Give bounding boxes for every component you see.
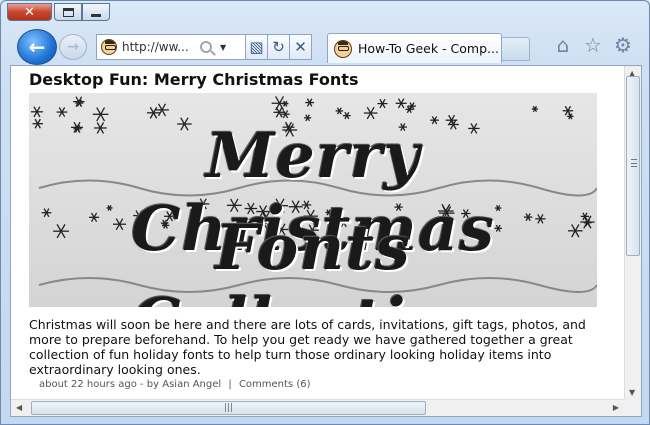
- grip-icon: [631, 159, 637, 167]
- address-bar[interactable]: http://ww... ▼: [96, 34, 246, 60]
- address-dropdown-icon[interactable]: ▼: [220, 43, 226, 52]
- scroll-right-arrow-icon[interactable]: ▶: [613, 403, 619, 412]
- refresh-icon: ↻: [272, 38, 285, 56]
- site-favicon-icon: [101, 39, 117, 55]
- compatibility-icon: ▧: [249, 38, 264, 56]
- stop-icon: ✕: [294, 38, 307, 56]
- meta-author[interactable]: - by Asian Angel: [140, 379, 221, 390]
- article-excerpt: Christmas will soon be here and there ar…: [29, 317, 586, 377]
- stop-button[interactable]: ✕: [290, 34, 312, 60]
- vertical-scroll-thumb[interactable]: [626, 76, 640, 256]
- compatibility-view-button[interactable]: ▧: [246, 34, 268, 60]
- minimize-icon: [91, 13, 101, 17]
- meta-time: about 22 hours ago: [39, 379, 137, 390]
- article: Desktop Fun: Merry Christmas Fonts Merry…: [29, 70, 601, 390]
- toolbar-icons: ⌂ ☆ ⚙: [551, 33, 635, 57]
- horizontal-grip-icon: |||: [223, 403, 234, 413]
- horizontal-scrollbar[interactable]: ◀ ||| ▶: [11, 399, 641, 416]
- banner-line-2: Fonts Collection: [131, 211, 494, 307]
- close-window-button[interactable]: ✕: [7, 3, 52, 21]
- new-tab-button[interactable]: [502, 37, 530, 61]
- tab-favicon-icon: [334, 39, 352, 58]
- minimize-button[interactable]: [82, 3, 110, 21]
- page-viewport[interactable]: Desktop Fun: Merry Christmas Fonts Merry…: [10, 65, 642, 417]
- window-controls: ✕: [7, 3, 110, 21]
- scroll-down-arrow-icon[interactable]: ▼: [629, 388, 635, 397]
- article-title[interactable]: Desktop Fun: Merry Christmas Fonts: [29, 70, 601, 89]
- address-buttons: ▧ ↻ ✕: [246, 34, 312, 60]
- comments-link[interactable]: Comments (6): [239, 379, 311, 390]
- back-button[interactable]: ←: [17, 29, 57, 65]
- maximize-button[interactable]: [54, 3, 82, 21]
- home-icon[interactable]: ⌂: [551, 33, 575, 57]
- scroll-left-arrow-icon[interactable]: ◀: [16, 403, 22, 412]
- forward-button[interactable]: →: [59, 34, 87, 60]
- address-url[interactable]: http://ww...: [122, 40, 192, 54]
- search-icon[interactable]: [200, 41, 212, 53]
- tab-how-to-geek[interactable]: How-To Geek - Comp...: [327, 33, 502, 63]
- back-arrow-icon: ←: [28, 35, 46, 59]
- forward-arrow-icon: →: [67, 39, 79, 55]
- tab-title: How-To Geek - Comp...: [358, 41, 499, 56]
- settings-gear-icon[interactable]: ⚙: [611, 33, 635, 57]
- favorites-icon[interactable]: ☆: [581, 33, 605, 57]
- maximize-icon: [62, 7, 74, 17]
- browser-window: ✕ ← → http://ww... ▼ ▧ ↻ ✕ How-To Geek -…: [0, 0, 650, 425]
- refresh-button[interactable]: ↻: [268, 34, 290, 60]
- article-meta: about 22 hours ago - by Asian Angel | Co…: [39, 379, 601, 390]
- vertical-scrollbar[interactable]: ▲ ▼: [624, 66, 641, 400]
- article-banner-image[interactable]: Merry Christmas Fonts Collection: [29, 93, 597, 307]
- meta-separator: |: [228, 379, 232, 390]
- scrollbar-corner: [624, 399, 641, 416]
- horizontal-scroll-thumb[interactable]: |||: [31, 401, 426, 415]
